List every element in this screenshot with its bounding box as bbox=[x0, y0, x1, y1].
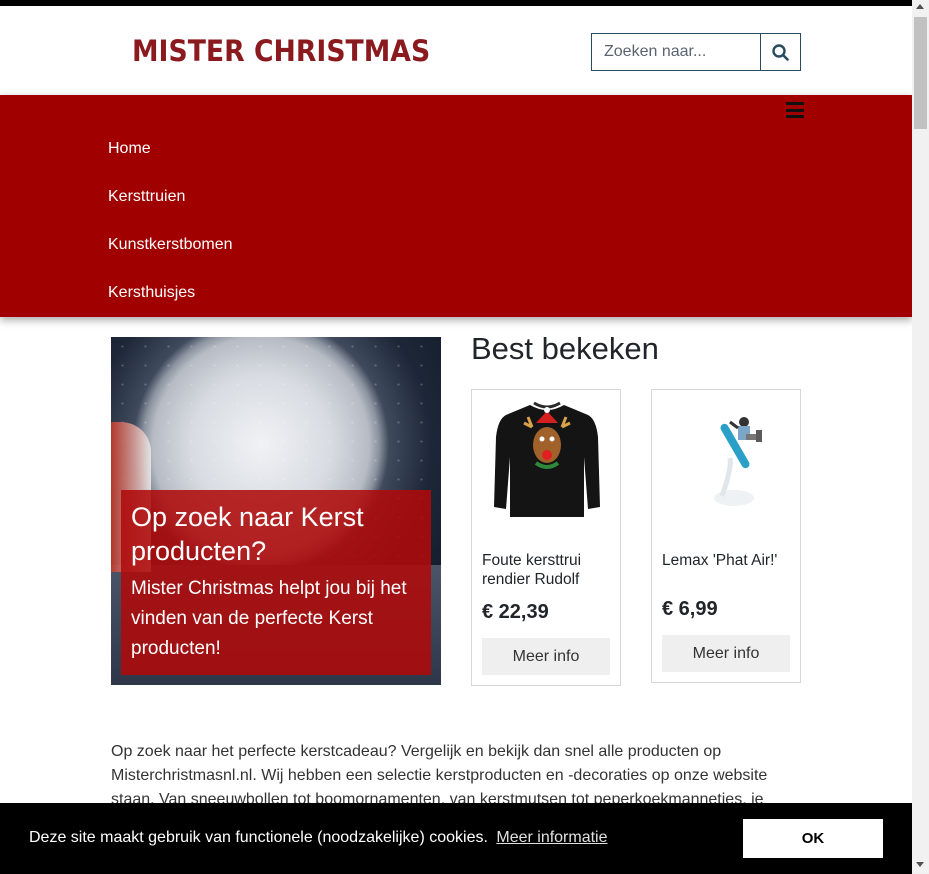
search-form bbox=[591, 33, 801, 71]
scroll-down-arrow-icon[interactable] bbox=[916, 862, 924, 867]
nav-item-kunstkerstbomen[interactable]: Kunstkerstbomen bbox=[108, 236, 233, 254]
more-info-button[interactable]: Meer info bbox=[662, 635, 790, 672]
main-nav: Home Kersttruien Kunstkerstbomen Kersthu… bbox=[0, 95, 912, 317]
nav-item-kersthuisjes[interactable]: Kersthuisjes bbox=[108, 284, 195, 302]
more-info-button[interactable]: Meer info bbox=[482, 638, 610, 675]
scrollbar[interactable] bbox=[912, 0, 929, 874]
search-icon bbox=[772, 43, 789, 61]
product-name[interactable]: Foute kersttrui rendier Rudolf bbox=[482, 551, 620, 589]
search-button[interactable] bbox=[760, 33, 801, 71]
scroll-thumb[interactable] bbox=[914, 17, 927, 129]
cookie-more-info-link[interactable]: Meer informatie bbox=[496, 829, 607, 846]
hero-title: Op zoek naar Kerst producten? bbox=[131, 502, 364, 566]
hero-banner: Op zoek naar Kerst producten? Mister Chr… bbox=[111, 337, 441, 685]
site-logo[interactable]: MISTER CHRISTMAS bbox=[124, 20, 454, 82]
nav-item-kersttruien[interactable]: Kersttruien bbox=[108, 188, 185, 206]
hero-caption: Op zoek naar Kerst producten? Mister Chr… bbox=[121, 490, 431, 675]
intro-text: Op zoek naar het perfecte kerstcadeau? V… bbox=[111, 743, 768, 808]
nav-item-home[interactable]: Home bbox=[108, 140, 151, 158]
best-viewed-title: Best bekeken bbox=[471, 331, 659, 366]
hero-text: Mister Christmas helpt jou bij het vinde… bbox=[131, 578, 407, 659]
product-price: € 6,99 bbox=[662, 598, 718, 620]
site-header: MISTER CHRISTMAS bbox=[0, 6, 912, 95]
product-card: Foute kersttrui rendier Rudolf € 22,39 M… bbox=[471, 389, 621, 686]
product-name[interactable]: Lemax 'Phat Air!' bbox=[662, 551, 777, 570]
cookie-banner: Deze site maakt gebruik van functionele … bbox=[0, 803, 912, 874]
cookie-ok-button[interactable]: OK bbox=[743, 819, 883, 858]
snowboarder-figure-image[interactable] bbox=[663, 394, 791, 522]
cookie-text: Deze site maakt gebruik van functionele … bbox=[29, 829, 488, 846]
cookie-message: Deze site maakt gebruik van functionele … bbox=[29, 829, 608, 847]
search-input[interactable] bbox=[591, 33, 760, 71]
reindeer-sweater-image[interactable] bbox=[483, 394, 611, 522]
product-price: € 22,39 bbox=[482, 601, 549, 623]
brand-name: MISTER CHRISTMAS bbox=[132, 34, 431, 68]
product-card: Lemax 'Phat Air!' € 6,99 Meer info bbox=[651, 389, 801, 683]
scroll-up-arrow-icon[interactable] bbox=[916, 4, 924, 9]
hamburger-icon[interactable] bbox=[786, 102, 804, 118]
